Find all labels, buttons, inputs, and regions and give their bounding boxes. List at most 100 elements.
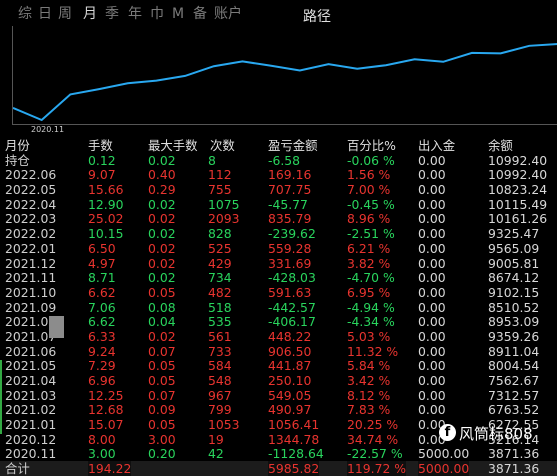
tab-bar: 综日周月季年巾 M 备账户 [0, 0, 557, 26]
cell-io: 0.00 [418, 182, 446, 198]
cell-month: 2021.03 [5, 387, 57, 403]
table-row[interactable]: 2021.12 4.97 0.02 429 331.69 3.82 % 0.00 9005.8… [0, 256, 557, 271]
cell-io: 0.00 [418, 314, 446, 330]
cell-month: 2021.10 [5, 284, 57, 300]
cell-pnl: 906.50 [268, 343, 312, 359]
cell-maxlots: 0.05 [148, 358, 176, 374]
watermark-logo: f [439, 424, 456, 441]
cell-balance: 10992.40 [488, 167, 548, 183]
tab-6[interactable]: 巾 [150, 6, 164, 22]
tab-0[interactable]: 综 [18, 6, 32, 22]
cell-io: 0.00 [418, 284, 446, 300]
tab-9[interactable]: 账户 [214, 6, 242, 22]
cell-count: 561 [208, 328, 232, 344]
cell-pct: 7.83 % [347, 402, 391, 418]
equity-point [41, 119, 43, 121]
equity-point [213, 65, 215, 67]
cell-io: 5000.00 [418, 446, 470, 462]
table-row[interactable]: 2022.02 10.15 0.02 828 -239.62 -2.51 % 0.00 932… [0, 226, 557, 241]
cell-maxlots: 0.05 [148, 284, 176, 300]
tab-7[interactable]: M [172, 6, 184, 22]
cell-maxlots: 0.02 [148, 152, 176, 168]
tab-8[interactable]: 备 [193, 6, 207, 22]
cell-month: 2022.04 [5, 196, 57, 212]
cell-balance: 10992.40 [488, 152, 548, 168]
table-row[interactable]: 2021.03 12.25 0.07 967 549.05 8.12 % 0.00 7312.… [0, 388, 557, 403]
header-deposit[interactable]: 出入金 [418, 138, 455, 153]
table-row[interactable]: 持仓 0.12 0.02 8 -6.58 -0.06 % 0.00 10992.40 [0, 153, 557, 168]
cell-pct: 8.12 % [347, 387, 391, 403]
tab-3[interactable]: 月 [83, 6, 97, 22]
cell-maxlots: 0.02 [148, 196, 176, 212]
table-row[interactable]: 2020.11 3.00 0.20 42 -1128.64 -22.57 % 5000.00… [0, 446, 557, 461]
equity-point [356, 68, 358, 70]
cell-io: 0.00 [418, 299, 446, 315]
cell-count: 112 [208, 167, 232, 183]
scroll-thumb[interactable] [49, 316, 64, 338]
cell-month: 2022.01 [5, 240, 57, 256]
header-percent[interactable]: 百分比% [347, 138, 396, 153]
cell-pct: -4.70 % [347, 270, 395, 286]
cell-lots: 4.97 [88, 255, 116, 271]
watermark-text: 风筒标808 [459, 425, 533, 443]
table-row[interactable]: 2021.10 6.62 0.05 482 591.63 6.95 % 0.00 9102.1… [0, 285, 557, 300]
tab-4[interactable]: 季 [105, 6, 119, 22]
equity-point [471, 52, 473, 54]
table-row[interactable]: 2021.06 9.24 0.07 733 906.50 11.32 % 0.00 8911.… [0, 344, 557, 359]
header-count[interactable]: 次数 [210, 138, 235, 153]
cell-io: 0.00 [418, 343, 446, 359]
cell-io: 0.00 [418, 240, 446, 256]
cell-pnl: -442.57 [268, 299, 316, 315]
cell-pnl: 169.16 [268, 167, 312, 183]
table-row[interactable]: 2022.06 9.07 0.40 112 169.16 1.56 % 0.00 10992.… [0, 167, 557, 182]
header-month[interactable]: 月份 [5, 138, 30, 153]
equity-point [442, 61, 444, 63]
header-max-lots[interactable]: 最大手数 [148, 138, 198, 153]
total-row: 合计 194.22 5985.82 119.72 % 5000.00 3871.… [0, 461, 557, 476]
route-label[interactable]: 路径 [303, 6, 331, 26]
equity-point [328, 63, 330, 65]
table-row[interactable]: 2022.03 25.02 0.02 2093 835.79 8.96 % 0.00 1016… [0, 211, 557, 226]
tab-1[interactable]: 日 [38, 6, 52, 22]
cell-balance: 8911.04 [488, 343, 540, 359]
cell-pct: 20.25 % [347, 417, 399, 433]
header-balance[interactable]: 余额 [488, 138, 513, 153]
cell-balance: 7562.67 [488, 373, 540, 388]
table-row[interactable]: 2022.01 6.50 0.02 525 559.28 6.21 % 0.00 9565.0… [0, 241, 557, 256]
table-row[interactable]: 2021.08 6.62 0.04 535 -406.17 -4.34 % 0.00 8953… [0, 314, 557, 329]
cell-lots: 6.62 [88, 314, 116, 330]
table-row[interactable]: 2022.05 15.66 0.29 755 707.75 7.00 % 0.00 10823… [0, 182, 557, 197]
cell-count: 2093 [208, 211, 240, 227]
equity-point [270, 65, 272, 67]
table-row[interactable]: 2021.02 12.68 0.09 799 490.97 7.83 % 0.00 6763.… [0, 402, 557, 417]
cell-io: 0.00 [418, 402, 446, 418]
cell-count: 734 [208, 270, 232, 286]
tab-5[interactable]: 年 [128, 6, 142, 22]
cell-count: 19 [208, 431, 224, 447]
cell-month: 2021.09 [5, 299, 57, 315]
cell-maxlots: 0.05 [148, 373, 176, 388]
tab-2[interactable]: 周 [58, 6, 72, 22]
cell-io: 0.00 [418, 358, 446, 374]
table-row[interactable]: 2021.09 7.06 0.08 518 -442.57 -4.94 % 0.00 8510… [0, 300, 557, 315]
cell-maxlots: 0.08 [148, 299, 176, 315]
table-row[interactable]: 2021.04 6.96 0.05 548 250.10 3.42 % 0.00 7562.6… [0, 373, 557, 388]
cell-maxlots: 0.40 [148, 167, 176, 183]
cell-maxlots: 0.02 [148, 255, 176, 271]
table-row[interactable]: 2021.07 6.33 0.02 561 448.22 5.03 % 0.00 9359.2… [0, 329, 557, 344]
table-row[interactable]: 2021.11 8.71 0.02 734 -428.03 -4.70 % 0.00 8674… [0, 270, 557, 285]
cell-count: 548 [208, 373, 232, 388]
header-lots[interactable]: 手数 [88, 138, 113, 153]
cell-count: 755 [208, 182, 232, 198]
cell-io: 0.00 [418, 152, 446, 168]
cell-pnl: 559.28 [268, 240, 312, 256]
table-row[interactable]: 2021.05 7.29 0.05 584 441.87 5.84 % 0.00 8004.5… [0, 358, 557, 373]
cell-balance: 8674.12 [488, 270, 540, 286]
total-deposit: 5000.00 [418, 461, 470, 476]
side-indicator-bar [0, 360, 2, 434]
cell-pct: 1.56 % [347, 167, 391, 183]
table-row[interactable]: 2022.04 12.90 0.02 1075 -45.77 -0.45 % 0.00 101… [0, 197, 557, 212]
header-pnl[interactable]: 盈亏金额 [268, 138, 318, 153]
equity-point [299, 69, 301, 71]
cell-maxlots: 0.02 [148, 240, 176, 256]
